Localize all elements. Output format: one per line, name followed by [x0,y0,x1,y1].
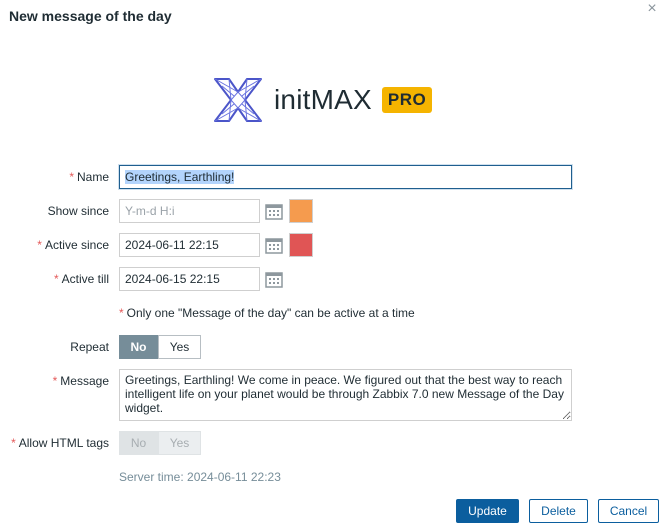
show-since-color-swatch[interactable] [289,199,313,223]
allow-html-label: * Allow HTML tags [11,436,109,450]
logo-text: initMAX [274,84,372,115]
required-marker: * [69,170,74,184]
calendar-icon[interactable] [265,203,283,220]
repeat-label: Repeat [70,340,109,354]
repeat-yes-option[interactable]: Yes [158,335,201,359]
initmax-logo-icon [214,78,262,122]
active-since-label: * Active since [37,238,109,252]
name-input[interactable] [119,165,572,189]
active-since-input[interactable] [119,233,260,257]
calendar-icon[interactable] [265,271,283,288]
repeat-no-option[interactable]: No [119,335,158,359]
active-till-label: * Active till [53,272,109,286]
show-since-input[interactable] [119,199,260,223]
allow-html-no-option[interactable]: No [119,431,158,455]
required-marker: * [11,436,16,450]
active-till-input[interactable] [119,267,260,291]
name-label: * Name [69,170,109,184]
dialog-title: New message of the day [9,8,172,24]
required-marker: * [52,374,58,388]
message-label: * Message [52,374,109,388]
delete-button[interactable]: Delete [529,499,588,523]
allow-html-yes-option[interactable]: Yes [158,431,201,455]
update-button[interactable]: Update [456,499,519,523]
cancel-button[interactable]: Cancel [598,499,659,523]
allow-html-toggle: No Yes [119,431,201,455]
close-icon[interactable]: × [644,1,660,18]
required-marker: * [37,238,42,252]
message-textarea[interactable]: Greetings, Earthling! We come in peace. … [119,369,572,421]
repeat-toggle: No Yes [119,335,201,359]
show-since-label: Show since [47,204,109,218]
active-note: * Only one "Message of the day" can be ac… [119,306,415,320]
logo: initMAX PRO [212,76,433,124]
logo-badge: PRO [381,87,433,113]
server-time: Server time: 2024-06-11 22:23 [119,470,281,484]
calendar-icon[interactable] [265,237,283,254]
active-since-color-swatch[interactable] [289,233,313,257]
required-marker: * [119,306,124,320]
required-marker: * [53,272,59,286]
